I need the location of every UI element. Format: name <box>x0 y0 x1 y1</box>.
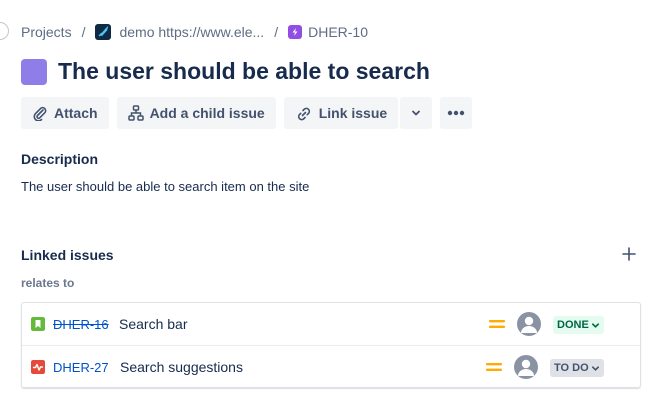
link-issue-button[interactable]: Link issue <box>283 97 399 129</box>
priority-medium-icon <box>486 363 502 371</box>
add-child-issue-button[interactable]: Add a child issue <box>116 97 276 129</box>
issue-type-icon <box>21 58 47 85</box>
status-lozenge[interactable]: TO DO <box>550 359 604 377</box>
attach-button[interactable]: Attach <box>21 97 109 129</box>
attach-label: Attach <box>54 105 98 121</box>
bug-icon <box>31 360 45 374</box>
breadcrumb-separator: / <box>274 24 279 40</box>
add-linked-issue-plus-icon[interactable] <box>621 246 637 262</box>
user-icon <box>518 359 534 376</box>
assignee-avatar[interactable] <box>514 355 538 379</box>
link-issue-split: Link issue <box>283 97 433 129</box>
project-rocket-icon <box>95 24 112 40</box>
linked-issue-row[interactable]: DHER-27 Search suggestions TO DO <box>22 345 640 388</box>
breadcrumb: Projects / demo https://www.ele... / DHE… <box>21 22 368 42</box>
description-body[interactable]: The user should be able to search item o… <box>21 179 309 194</box>
more-icon <box>447 110 465 116</box>
linked-issue-row[interactable]: DHER-16 Search bar DONE <box>22 303 640 345</box>
more-actions-button[interactable] <box>440 97 473 129</box>
status-label: TO DO <box>554 362 589 374</box>
priority-medium-icon <box>489 320 505 328</box>
status-lozenge[interactable]: DONE <box>553 316 604 334</box>
linked-issues-list: DHER-16 Search bar DONE DHER-27 Search s… <box>21 302 641 388</box>
epic-lightning-icon <box>288 25 303 39</box>
chevron-down-icon <box>591 322 599 328</box>
paperclip-icon <box>33 106 47 121</box>
link-issue-dropdown-button[interactable] <box>400 97 433 129</box>
hierarchy-icon <box>127 105 144 121</box>
user-icon <box>521 316 537 333</box>
status-label: DONE <box>557 319 589 331</box>
chevron-down-icon <box>591 365 599 371</box>
breadcrumb-project[interactable]: demo https://www.ele... <box>119 24 264 40</box>
linked-issue-summary[interactable]: Search bar <box>119 316 187 332</box>
linked-issue-summary[interactable]: Search suggestions <box>120 359 243 375</box>
breadcrumb-separator: / <box>81 24 86 40</box>
linked-issues-heading: Linked issues <box>21 247 114 263</box>
issue-header: The user should be able to search <box>21 58 430 85</box>
link-issue-label: Link issue <box>318 105 388 121</box>
assignee-avatar[interactable] <box>517 312 541 336</box>
chevron-down-icon <box>412 110 421 116</box>
breadcrumb-issue-key[interactable]: DHER-10 <box>308 24 368 40</box>
edge-avatar <box>0 22 9 40</box>
story-icon <box>31 317 45 331</box>
relation-label: relates to <box>21 276 75 290</box>
link-icon <box>297 107 310 121</box>
linked-issue-key[interactable]: DHER-16 <box>53 317 109 332</box>
linked-issue-key[interactable]: DHER-27 <box>53 360 109 375</box>
description-heading: Description <box>21 151 99 167</box>
breadcrumb-projects[interactable]: Projects <box>21 24 72 40</box>
issue-toolbar: Attach Add a child issue Link issue <box>21 97 473 129</box>
add-child-issue-label: Add a child issue <box>149 105 265 121</box>
issue-title[interactable]: The user should be able to search <box>58 58 430 85</box>
